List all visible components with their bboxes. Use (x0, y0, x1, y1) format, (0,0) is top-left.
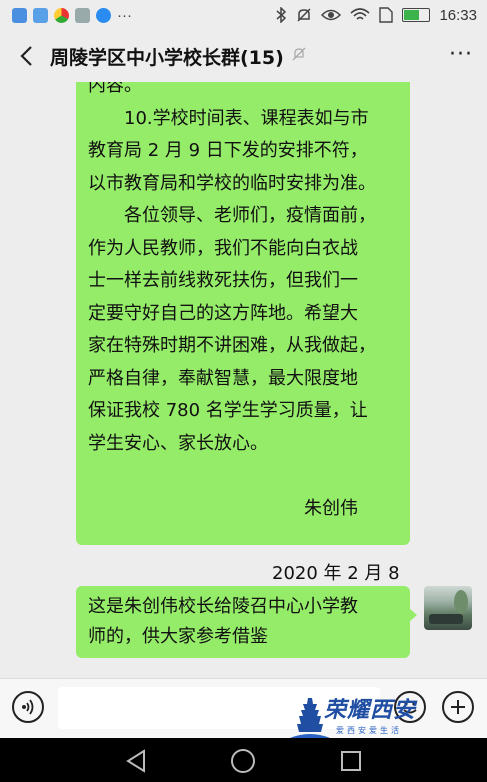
back-button[interactable] (6, 30, 46, 82)
voice-button[interactable] (12, 691, 44, 723)
message-line: 教育局 2 月 9 日下发的安排不符， (88, 140, 368, 161)
emoji-button[interactable] (394, 691, 426, 723)
message-bubble[interactable]: 内容。 10.学校时间表、课程表如与市教育局 2 月 9 日下发的安排不符， 以市教… (76, 82, 410, 616)
voice-icon (22, 699, 34, 715)
battery-icon (402, 8, 431, 22)
wifi-icon (350, 8, 370, 20)
image-icon (75, 7, 90, 23)
more-dots-icon: ··· (117, 6, 132, 24)
clock: 16:33 (439, 6, 477, 24)
message-line: 师的，供大家参考借鉴 (88, 626, 268, 647)
back-triangle-icon (126, 749, 145, 773)
message-line (76, 460, 410, 493)
avatar-tree (454, 590, 468, 614)
status-bar: ··· 16:33 (0, 0, 487, 30)
message-line (76, 525, 410, 558)
recents-square-icon (341, 751, 361, 771)
mute-icon (297, 8, 311, 22)
nav-home-button[interactable] (230, 748, 256, 774)
message-input[interactable] (58, 687, 380, 729)
message-line: 以市教育局和学校的临时安排为准。 (88, 172, 376, 194)
home-circle-icon (231, 749, 255, 773)
message-line: 这是朱创伟校长给陵召中心小学教 (88, 596, 358, 617)
bluetooth-icon (276, 7, 287, 23)
message-line: 作为人民教师，我们不能向白衣战 (88, 237, 358, 259)
battery-fill (404, 10, 420, 20)
hd-icon (12, 7, 27, 23)
zhihu-icon (96, 7, 111, 23)
sim-icon (379, 7, 394, 23)
plus-button[interactable] (442, 691, 474, 723)
emoji-icon (403, 702, 417, 714)
bell-off-icon (292, 47, 306, 65)
gallery-icon (33, 7, 48, 23)
more-options-button[interactable]: ··· (449, 42, 473, 67)
input-bar (0, 678, 487, 738)
message-line: 保证我校 780 名学生学习质量，让 (88, 400, 368, 421)
message-bubble[interactable]: 这是朱创伟校长给陵召中心小学教 师的，供大家参考借鉴 (76, 586, 417, 658)
nav-back-button[interactable] (123, 748, 149, 774)
message-line: 严格自律，奉献智慧，最大限度地 (88, 367, 358, 389)
chevron-left-icon (20, 46, 32, 66)
message-line: 家在特殊时期不讲困难，从我做起， (88, 335, 376, 356)
message-list[interactable]: 内容。 10.学校时间表、课程表如与市教育局 2 月 9 日下发的安排不符， 以市教… (0, 82, 487, 678)
notification-icons: ··· (12, 7, 132, 24)
bubble-tail (409, 608, 417, 622)
avatar-car (429, 614, 463, 624)
message-line: 士一样去前线救死扶伤，但我们一 (88, 270, 358, 291)
message-line: 学生安心、家长放心。 (88, 432, 268, 454)
message-line: 定要守好自己的这方阵地。希望大 (88, 302, 358, 324)
message-line: 内容。 (88, 82, 142, 96)
nav-recents-button[interactable] (338, 748, 364, 774)
message-line: 各位领导、老师们，疫情面前， (124, 205, 376, 226)
message-line: 朱创伟 (304, 497, 358, 519)
chat-title: 周陵学区中小学校长群(15) (50, 46, 284, 69)
system-nav-bar (0, 738, 487, 782)
chat-header: 周陵学区中小学校长群(15) ··· (0, 30, 487, 82)
system-icons: 16:33 (275, 0, 477, 30)
avatar[interactable] (424, 586, 472, 630)
message-line: 10.学校时间表、课程表如与市 (124, 107, 369, 129)
eye-icon (321, 9, 342, 21)
chrome-icon (54, 7, 69, 23)
